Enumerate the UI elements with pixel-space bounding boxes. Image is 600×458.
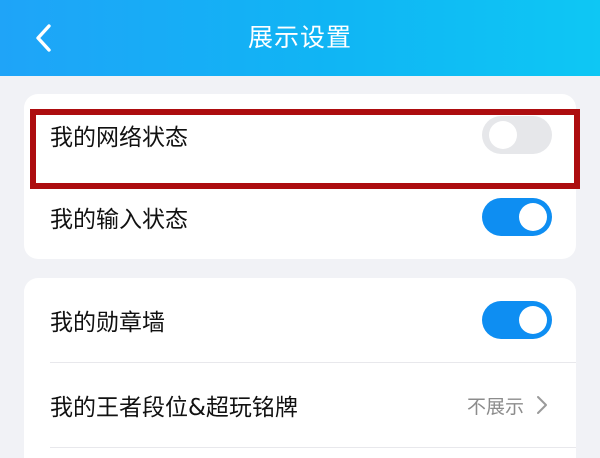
header-bar: 展示设置 — [0, 0, 600, 76]
settings-card-display: 我的勋章墙 我的王者段位&超玩铭牌 不展示 — [24, 278, 576, 458]
chevron-right-icon — [534, 394, 550, 416]
setting-label-rank-badge: 我的王者段位&超玩铭牌 — [50, 395, 298, 421]
toggle-knob — [489, 121, 517, 149]
page-title: 展示设置 — [247, 23, 352, 52]
setting-row-medal-wall[interactable]: 我的勋章墙 — [24, 278, 576, 362]
setting-row-rank-badge[interactable]: 我的王者段位&超玩铭牌 不展示 — [24, 363, 576, 447]
settings-card-status: 我的网络状态 我的输入状态 — [24, 94, 576, 259]
setting-row-network-status[interactable]: 我的网络状态 — [24, 94, 576, 176]
setting-label-medal-wall: 我的勋章墙 — [50, 310, 165, 336]
setting-row-input-status[interactable]: 我的输入状态 — [24, 176, 576, 258]
setting-label-input-status: 我的输入状态 — [50, 207, 188, 233]
toggle-knob — [519, 306, 547, 334]
medal-wall-toggle[interactable] — [482, 301, 552, 339]
network-status-toggle[interactable] — [482, 116, 552, 154]
input-status-toggle[interactable] — [482, 198, 552, 236]
toggle-knob — [519, 203, 547, 231]
setting-label-network-status: 我的网络状态 — [50, 125, 188, 151]
rank-badge-value: 不展示 — [466, 395, 524, 418]
row-divider — [50, 447, 576, 448]
